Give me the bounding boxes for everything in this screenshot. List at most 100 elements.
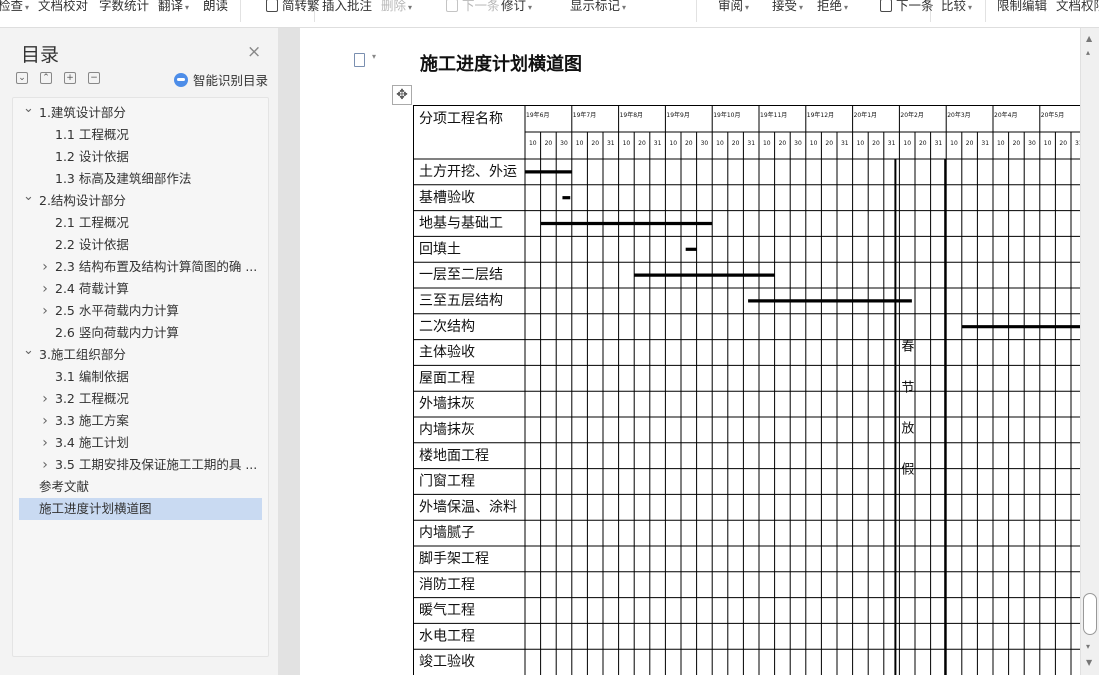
toolbar-separator: [696, 0, 697, 22]
chevron-down-icon[interactable]: ▾: [372, 52, 376, 61]
scroll-down-icon[interactable]: ▼: [1086, 658, 1092, 667]
toc-item[interactable]: › 3.2 工程概况: [13, 388, 268, 410]
toc-item[interactable]: 2.1 工程概况: [13, 212, 268, 234]
toolbar-button[interactable]: 文档校对: [38, 0, 88, 16]
chevron-down-icon[interactable]: ⌄: [23, 190, 34, 208]
toolbar-button[interactable]: 插入批注: [322, 0, 372, 16]
toolbar-button[interactable]: 文档权限: [1056, 0, 1099, 16]
task-name: 内墙腻子: [419, 525, 475, 541]
task-name: 外墙抹灰: [419, 396, 475, 412]
chevron-right-icon[interactable]: ›: [40, 454, 50, 476]
toc-item[interactable]: › 3.4 施工计划: [13, 432, 268, 454]
task-name: 暖气工程: [419, 603, 475, 619]
toc-item[interactable]: › 2.3 结构布置及结构计算简图的确 ...: [13, 256, 268, 278]
toc-item[interactable]: 施工进度计划横道图: [19, 498, 262, 520]
day-label: 20: [825, 140, 833, 147]
toolbar-button-label: 修订: [501, 0, 527, 13]
day-label: 10: [623, 140, 631, 147]
task-name: 基槽验收: [419, 189, 475, 206]
toolbar-button[interactable]: 拒绝 ▾: [817, 0, 848, 18]
chevron-down-icon[interactable]: ⌄: [23, 102, 34, 120]
chevron-down-icon: ▾: [844, 3, 849, 12]
toolbar-button[interactable]: 下一条: [880, 0, 934, 16]
chevron-right-icon[interactable]: ›: [40, 432, 50, 454]
toolbar-button[interactable]: 显示标记 ▾: [570, 0, 626, 18]
toc-item[interactable]: › 3.5 工期安排及保证施工工期的具 ...: [13, 454, 268, 476]
chevron-right-icon[interactable]: ›: [40, 256, 50, 278]
day-label: 30: [701, 140, 709, 147]
toolbar-button[interactable]: 翻译 ▾: [158, 0, 189, 18]
task-name: 地基与基础工: [419, 215, 503, 232]
scroll-up-icon[interactable]: ▲: [1086, 34, 1092, 43]
toolbar-button[interactable]: 检查 ▾: [0, 0, 29, 18]
month-label: 19年10月: [713, 111, 740, 119]
toolbar-button[interactable]: 删除 ▾: [381, 0, 412, 18]
chevron-right-icon[interactable]: ›: [40, 300, 50, 322]
toc-item-label: 2.6 竖向荷载内力计算: [55, 325, 179, 340]
toc-item-label: 3.3 施工方案: [55, 413, 129, 428]
chevron-right-icon[interactable]: ›: [40, 278, 50, 300]
day-label: 10: [669, 140, 677, 147]
scrollbar-thumb[interactable]: [1083, 593, 1097, 635]
vertical-scrollbar[interactable]: ▲ ▴ ▾ ▼: [1080, 28, 1099, 675]
toolbar-button[interactable]: 简转繁: [266, 0, 320, 16]
toolbar-button[interactable]: 修订 ▾: [501, 0, 532, 18]
toolbar-button[interactable]: 审阅 ▾: [718, 0, 749, 18]
scroll-top-icon[interactable]: ▴: [1086, 48, 1090, 57]
task-name: 门窗工程: [419, 473, 475, 490]
toc-item-label: 1.3 标高及建筑细部作法: [55, 171, 192, 186]
toolbar-button[interactable]: 朗读: [203, 0, 228, 16]
toolbar-button[interactable]: 比较 ▾: [941, 0, 972, 18]
toc-item[interactable]: 1.1 工程概况: [13, 124, 268, 146]
sidebar-title: 目录: [21, 44, 60, 66]
day-label: 31: [981, 140, 989, 147]
toc-sidebar: 目录 × ⌄ ⌃ + − 智能识别目录 ⌄ 1.建筑设计部分 1.1 工程概况 1.2…: [0, 28, 278, 675]
toc-item[interactable]: › 3.3 施工方案: [13, 410, 268, 432]
toc-item[interactable]: 1.2 设计依据: [13, 146, 268, 168]
task-name: 三至五层结构: [419, 293, 503, 309]
scroll-bottom-icon[interactable]: ▾: [1086, 642, 1090, 651]
toolbar-button[interactable]: 下一条: [446, 0, 500, 16]
toc-item[interactable]: 参考文献: [13, 476, 268, 498]
chevron-right-icon[interactable]: ›: [40, 388, 50, 410]
chevron-down-icon: ▾: [25, 3, 30, 12]
holiday-text: 春: [901, 340, 914, 355]
toolbar-button[interactable]: 接受 ▾: [772, 0, 803, 18]
close-icon[interactable]: ×: [247, 42, 261, 62]
next-change-icon: [880, 0, 892, 12]
add-heading-icon[interactable]: +: [64, 72, 76, 84]
chevron-down-icon: ▾: [622, 3, 627, 12]
toc-item[interactable]: ⌄ 3.施工组织部分: [13, 344, 268, 366]
day-label: 20: [545, 140, 553, 147]
toolbar-button-label: 检查: [0, 0, 24, 13]
toc-item[interactable]: 3.1 编制依据: [13, 366, 268, 388]
toc-item[interactable]: ⌄ 1.建筑设计部分: [13, 102, 268, 124]
gantt-table: 分项工程名称 19年6月 19年7月 19年8月 19年9月 19年10月 19年11月 19…: [413, 105, 1080, 675]
document-icon[interactable]: [354, 53, 365, 67]
month-label: 20年3月: [947, 111, 970, 119]
month-label: 19年9月: [666, 111, 689, 119]
toc-item[interactable]: 2.2 设计依据: [13, 234, 268, 256]
day-label: 31: [607, 140, 615, 147]
task-name: 二次结构: [419, 319, 475, 335]
chevron-right-icon[interactable]: ›: [40, 410, 50, 432]
smart-toc-button[interactable]: 智能识别目录: [174, 70, 268, 89]
toc-item[interactable]: 2.6 竖向荷载内力计算: [13, 322, 268, 344]
collapse-all-icon[interactable]: ⌃: [40, 72, 52, 84]
toolbar-button-label: 比较: [941, 0, 967, 13]
day-label: 10: [1044, 140, 1052, 147]
task-name: 脚手架工程: [419, 551, 489, 567]
toc-item[interactable]: 1.3 标高及建筑细部作法: [13, 168, 268, 190]
toc-item[interactable]: ⌄ 2.结构设计部分: [13, 190, 268, 212]
month-label: 19年12月: [807, 111, 834, 119]
toolbar-button[interactable]: 字数统计: [99, 0, 149, 16]
toolbar-button[interactable]: 限制编辑: [997, 0, 1047, 16]
toolbar-button-label: 简转繁: [282, 0, 320, 13]
expand-all-icon[interactable]: ⌄: [16, 72, 28, 84]
table-move-handle-icon[interactable]: ✥: [392, 85, 412, 105]
chevron-down-icon: ▾: [799, 3, 804, 12]
toc-item[interactable]: › 2.5 水平荷载内力计算: [13, 300, 268, 322]
remove-heading-icon[interactable]: −: [88, 72, 100, 84]
toc-item[interactable]: › 2.4 荷载计算: [13, 278, 268, 300]
chevron-down-icon[interactable]: ⌄: [23, 344, 34, 362]
